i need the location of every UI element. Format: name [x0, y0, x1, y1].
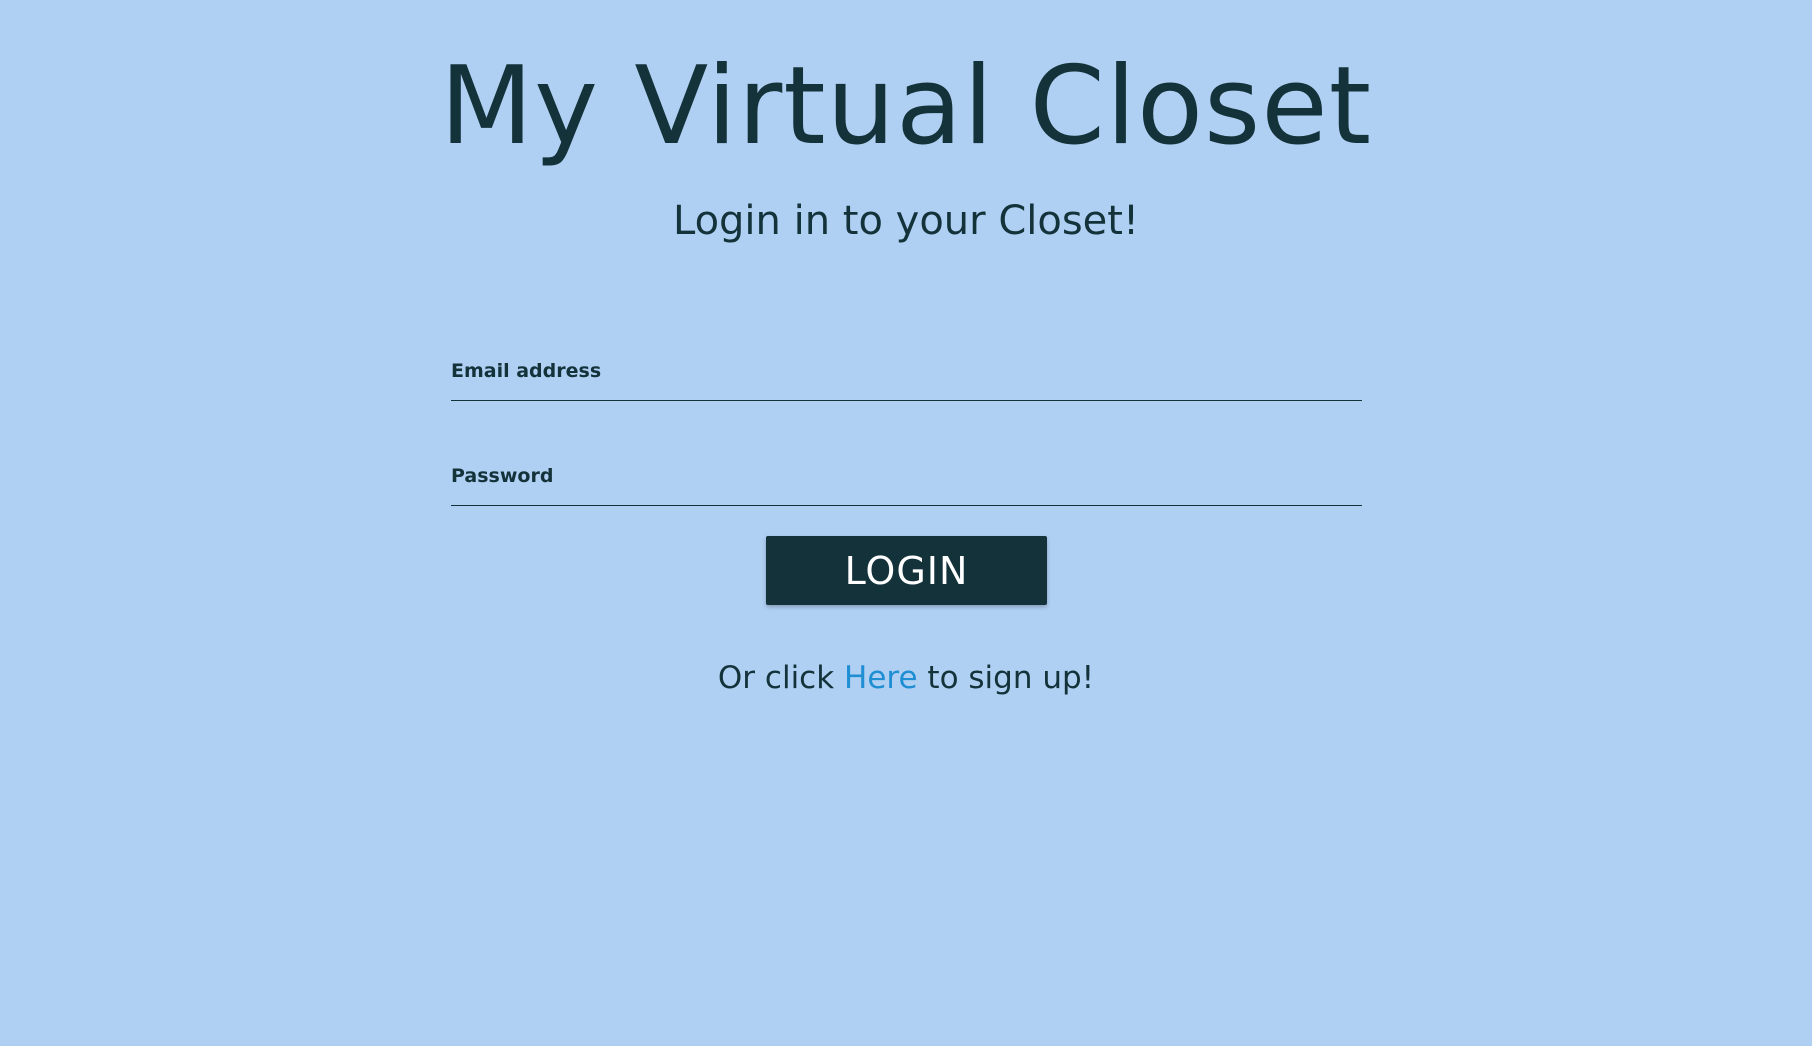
email-field[interactable]: Email address: [451, 360, 1366, 402]
page-subtitle: Login in to your Closet!: [672, 198, 1139, 244]
login-button[interactable]: LOGIN: [766, 536, 1047, 605]
signup-prompt: Or click Here to sign up!: [0, 660, 1812, 696]
signup-prefix: Or click: [717, 660, 845, 696]
signup-link[interactable]: Here: [844, 660, 918, 696]
email-input[interactable]: [451, 360, 1366, 402]
password-input[interactable]: [451, 465, 1366, 507]
login-page: My Virtual Closet Login in to your Close…: [0, 0, 1812, 1046]
app-title: My Virtual Closet: [439, 44, 1373, 169]
signup-suffix: to sign up!: [917, 660, 1095, 696]
password-field[interactable]: Password: [451, 465, 1366, 507]
